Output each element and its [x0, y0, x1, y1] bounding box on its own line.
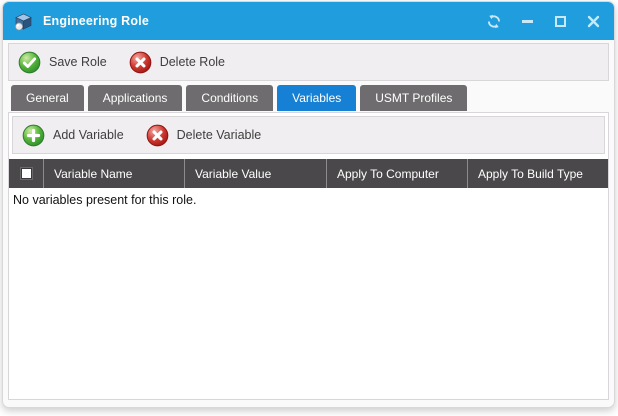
- save-role-label: Save Role: [49, 55, 107, 69]
- variables-grid-header: Variable Name Variable Value Apply To Co…: [9, 159, 608, 188]
- close-icon: [587, 15, 600, 28]
- variables-toolbar: Add Variable Delete Variable: [12, 116, 605, 154]
- minimize-button[interactable]: [520, 14, 534, 28]
- tab-strip: General Applications Conditions Variable…: [11, 85, 609, 111]
- refresh-button[interactable]: [487, 14, 501, 28]
- delete-variable-label: Delete Variable: [177, 128, 262, 142]
- add-variable-label: Add Variable: [53, 128, 124, 142]
- delete-variable-button[interactable]: Delete Variable: [146, 124, 262, 147]
- app-icon: [13, 11, 34, 32]
- tab-variables[interactable]: Variables: [277, 85, 356, 111]
- column-header-variable-value: Variable Value: [184, 159, 326, 188]
- add-variable-button[interactable]: Add Variable: [22, 124, 124, 147]
- empty-message: No variables present for this role.: [9, 188, 608, 212]
- variables-grid-body: No variables present for this role.: [9, 188, 608, 399]
- tab-applications[interactable]: Applications: [88, 85, 183, 111]
- window-controls: [487, 14, 600, 28]
- maximize-icon: [555, 16, 566, 27]
- titlebar: Engineering Role: [3, 2, 614, 40]
- column-header-apply-to-computer: Apply To Computer: [326, 159, 467, 188]
- tab-conditions[interactable]: Conditions: [186, 85, 273, 111]
- delete-role-button[interactable]: Delete Role: [129, 51, 225, 74]
- delete-role-label: Delete Role: [160, 55, 225, 69]
- delete-variable-x-icon: [146, 124, 169, 147]
- column-header-variable-name: Variable Name: [43, 159, 184, 188]
- save-role-button[interactable]: Save Role: [18, 51, 107, 74]
- minimize-icon: [522, 20, 533, 23]
- refresh-icon: [487, 14, 501, 29]
- tab-usmt-profiles[interactable]: USMT Profiles: [360, 85, 467, 111]
- column-header-apply-to-build-type: Apply To Build Type: [467, 159, 608, 188]
- delete-x-icon: [129, 51, 152, 74]
- window-title: Engineering Role: [43, 14, 149, 28]
- select-all-checkbox[interactable]: [20, 167, 33, 180]
- tab-general[interactable]: General: [11, 85, 84, 111]
- engineering-role-window: Engineering Role: [2, 1, 615, 408]
- add-plus-icon: [22, 124, 45, 147]
- select-all-cell: [9, 159, 43, 188]
- variables-panel: Add Variable Delete Variable Variable Na…: [8, 112, 609, 400]
- role-toolbar: Save Role Delete Role: [8, 43, 609, 81]
- close-button[interactable]: [586, 14, 600, 28]
- maximize-button[interactable]: [553, 14, 567, 28]
- save-check-icon: [18, 51, 41, 74]
